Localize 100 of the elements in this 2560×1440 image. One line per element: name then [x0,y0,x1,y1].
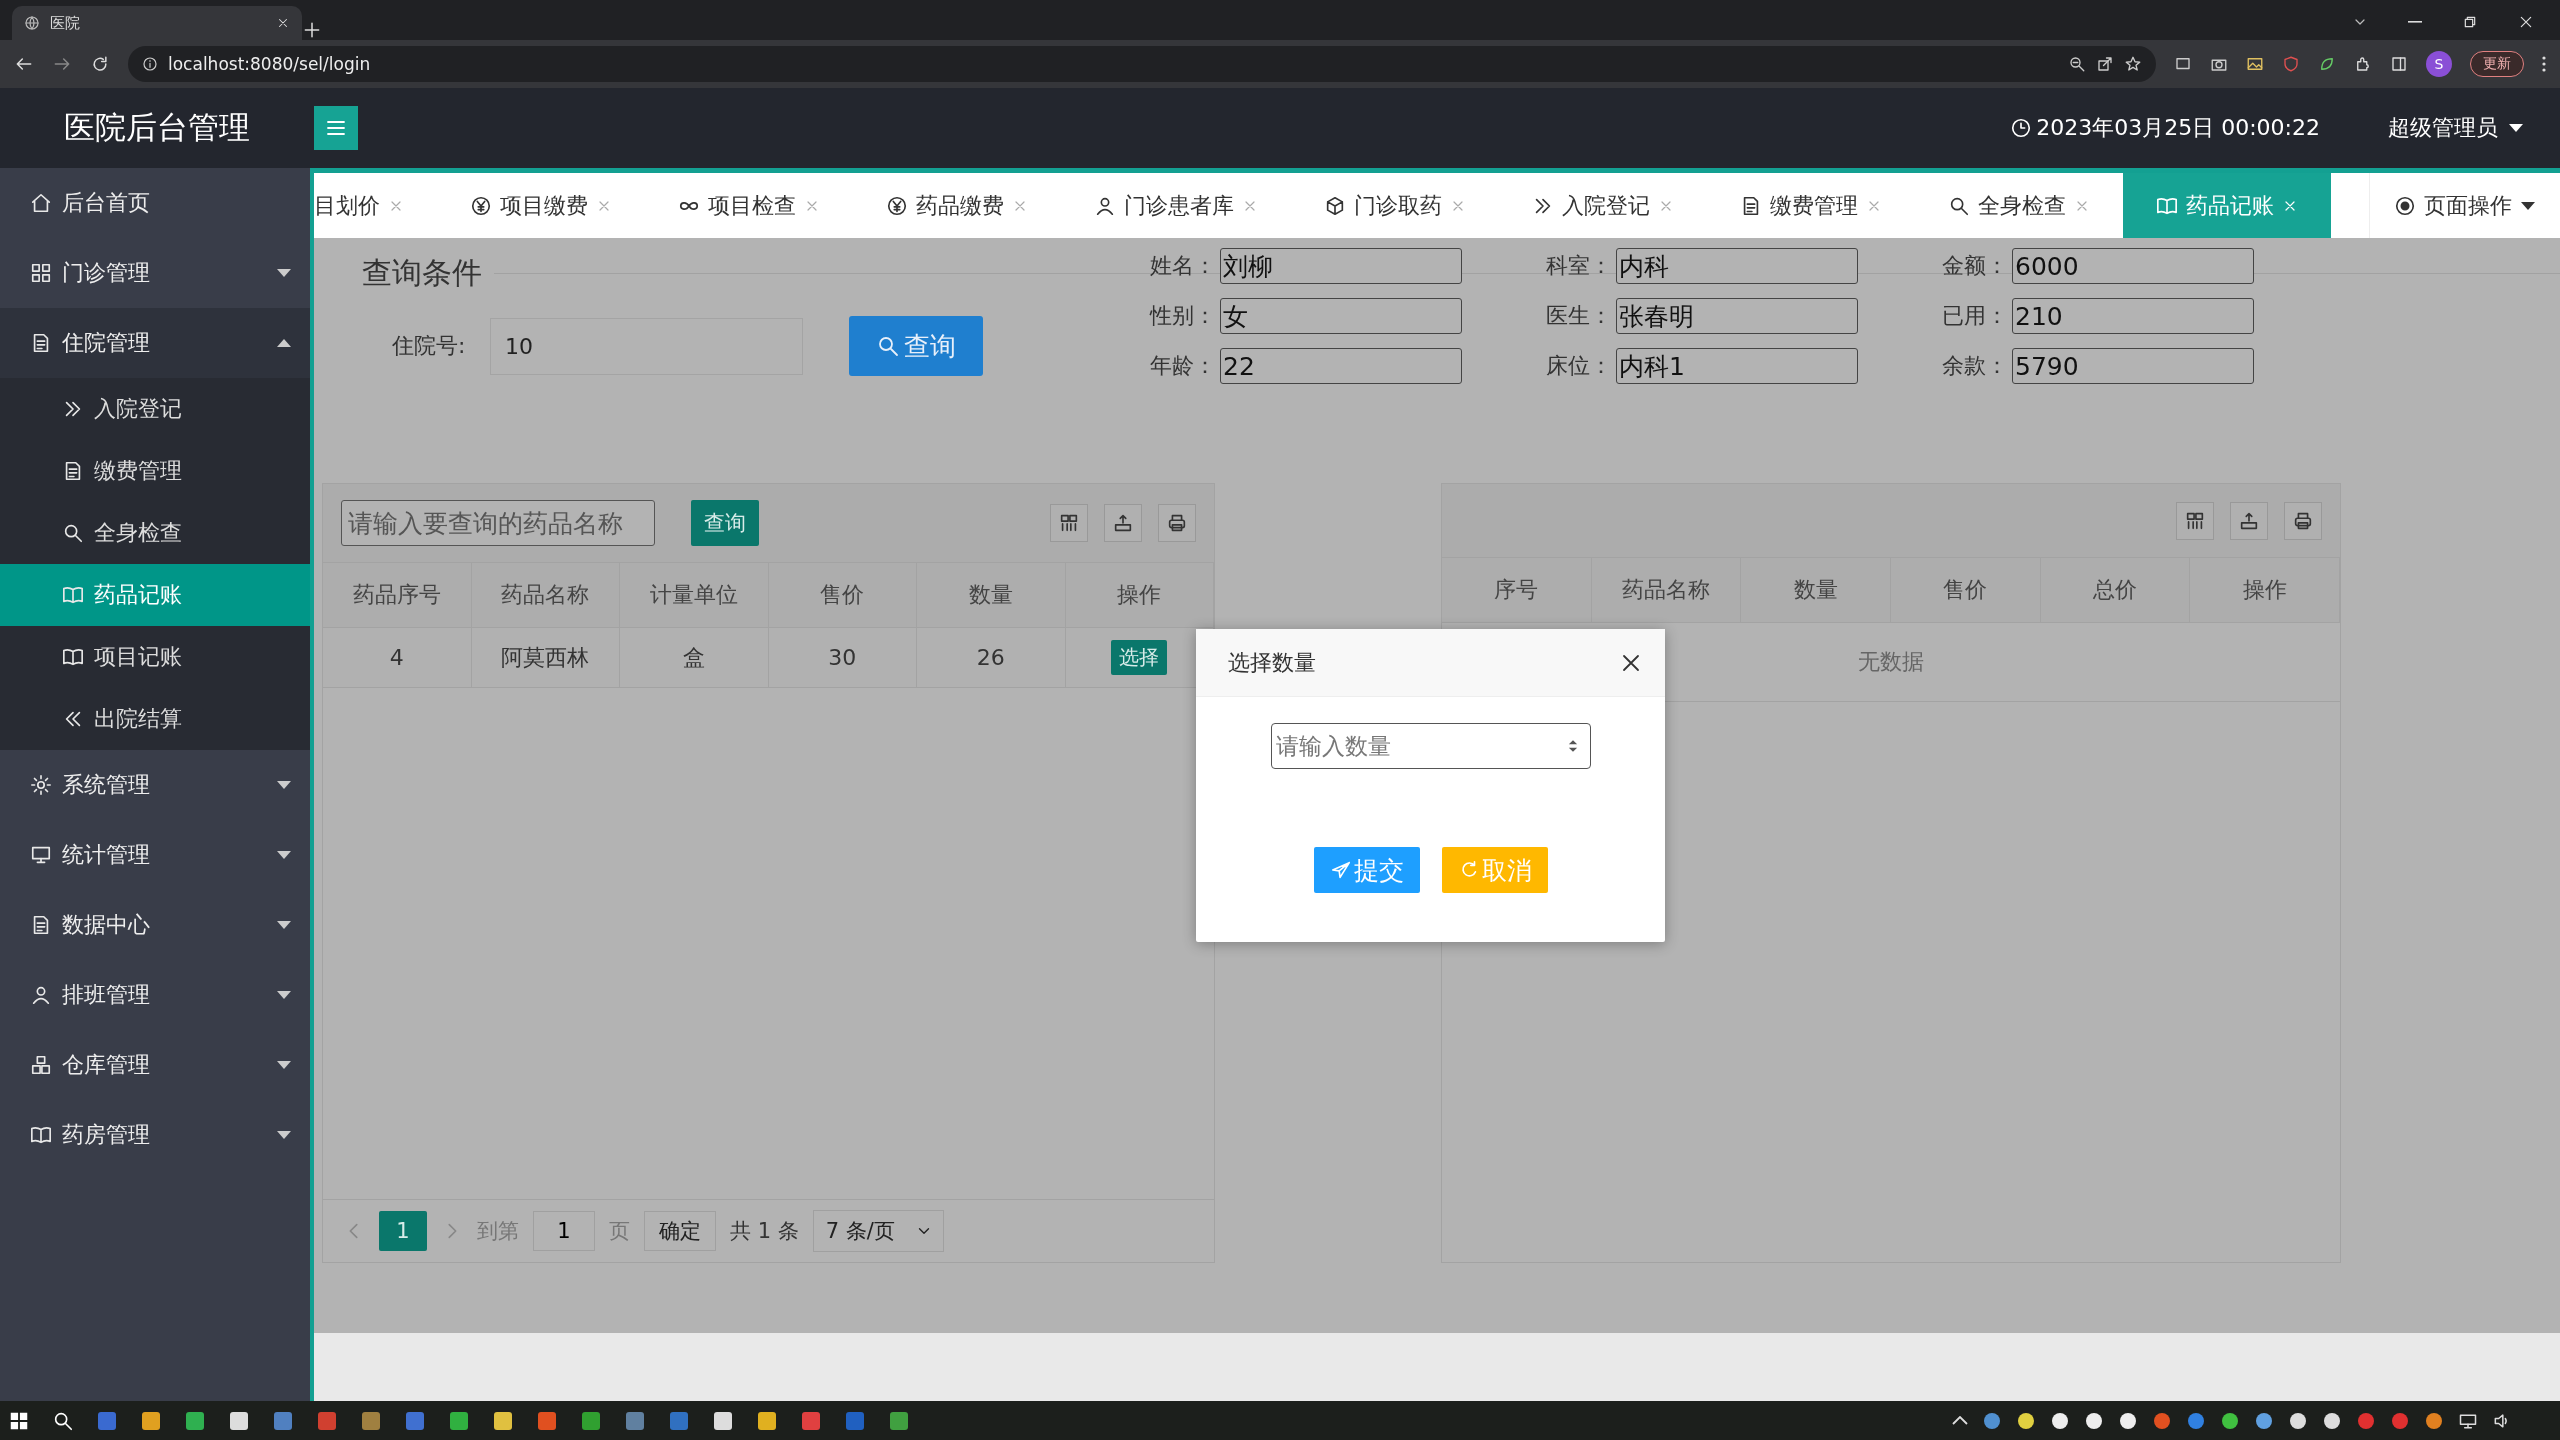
sidebar-item[interactable]: 住院管理 [0,308,310,378]
drug-search-field[interactable]: 请输入要查询的药品名称 [341,500,655,546]
chevron-up-icon[interactable] [1952,1416,1968,1425]
confirm-button[interactable]: 确定 [644,1211,716,1251]
sidebar-item[interactable]: 后台首页 [0,168,310,238]
tray-icon[interactable] [2016,1410,2036,1431]
taskbar-app-icon[interactable] [140,1409,162,1432]
patient-info-field[interactable]: 刘柳 [1220,248,1462,284]
tray-icon[interactable] [2254,1410,2274,1431]
field-label: 金额： [1941,252,2008,280]
print-button[interactable] [1158,504,1196,542]
grid-icon [30,262,52,284]
taskbar-app-icon[interactable] [580,1409,602,1432]
tray-icon[interactable] [2220,1410,2240,1431]
export-button[interactable] [2230,501,2268,540]
patient-info-field[interactable]: 女 [1220,298,1462,334]
taskbar-app-icon[interactable] [448,1409,470,1432]
tray-icon[interactable] [2084,1410,2104,1431]
leaf-icon [2318,55,2336,73]
user-menu[interactable]: 超级管理员 [2388,113,2524,143]
caret-icon [276,780,292,790]
field-label: 已用： [1941,302,2008,330]
patient-info-field[interactable]: 6000 [2012,248,2254,284]
columns-button[interactable] [2176,501,2214,540]
tray-icon[interactable] [2424,1410,2444,1431]
reload-icon [90,54,110,74]
admission-number-field[interactable]: 10 [490,317,803,375]
caret-icon [276,1060,292,1070]
patient-info-field[interactable]: 张春明 [1616,298,1858,334]
shield-icon [2282,55,2300,73]
caret-icon [276,268,292,278]
tray-icon[interactable] [2322,1410,2342,1431]
taskbar-app-icon[interactable] [492,1409,514,1432]
taskbar-app-icon[interactable] [184,1409,206,1432]
more-icon[interactable] [2542,56,2546,72]
column-header: 药品名称 [471,563,620,627]
taskbar-app-icon[interactable] [888,1409,910,1432]
page-tab[interactable]: 目划价 [314,173,437,238]
query-button[interactable]: 查询 [849,316,983,376]
plus-icon [302,20,322,40]
taskbar-app-icon[interactable] [228,1409,250,1432]
select-button[interactable]: 选择 [1111,640,1168,675]
sidebar-subitem[interactable]: 全身检查 [0,502,310,564]
columns-icon [1058,512,1080,534]
tray-icon[interactable] [2288,1410,2308,1431]
field-label: 性别： [1148,302,1216,330]
total-count: 共 1 条 [730,1218,799,1245]
print-button[interactable] [2284,501,2322,540]
table-cell: 26 [917,628,1066,687]
zoom-icon [2068,55,2086,73]
print-icon [1166,512,1188,534]
puzzle-icon [2354,55,2372,73]
sidebar-item[interactable]: 统计管理 [0,820,310,890]
menu-button[interactable] [314,106,358,150]
page-size-select[interactable]: 7 条/页 [812,1210,944,1252]
page-tab[interactable]: 缴费管理 [1707,173,1915,238]
page-tab[interactable]: 药品缴费 [853,173,1061,238]
tray-icon[interactable] [2118,1410,2138,1431]
column-header: 操作 [2190,558,2340,622]
column-header: 计量单位 [620,563,769,627]
profile-avatar[interactable]: S [2426,51,2452,77]
patient-info-field[interactable]: 22 [1220,348,1462,384]
sidebar-subitem[interactable]: 出院结算 [0,688,310,750]
yen-icon [470,194,492,217]
page-tab[interactable]: 全身检查 [1915,173,2123,238]
sidebar-item[interactable]: 排班管理 [0,960,310,1030]
columns-button[interactable] [1050,504,1088,542]
sidebar-item[interactable]: 数据中心 [0,890,310,960]
sidebar-item[interactable]: 仓库管理 [0,1030,310,1100]
sidebar-subitem[interactable]: 药品记账 [0,564,310,626]
sidebar-item[interactable]: 药房管理 [0,1100,310,1170]
sidebar-item[interactable]: 系统管理 [0,750,310,820]
sidebar-subitem[interactable]: 入院登记 [0,378,310,440]
page-tab[interactable]: 入院登记 [1499,173,1707,238]
tray-icon[interactable] [2050,1410,2070,1431]
sidebar-subitem[interactable]: 项目记账 [0,626,310,688]
yen-icon [886,194,908,217]
page-tab[interactable]: 门诊取药 [1291,173,1499,238]
sidebar-subitem[interactable]: 缴费管理 [0,440,310,502]
export-button[interactable] [1104,504,1142,542]
quantity-field[interactable]: 请输入数量 [1270,723,1591,769]
page-number-field[interactable]: 1 [533,1211,595,1251]
patient-info-field[interactable]: 210 [2012,298,2254,334]
taskbar-app-icon[interactable] [756,1409,778,1432]
patient-info-field[interactable]: 内科 [1616,248,1858,284]
taskbar-app-icon[interactable] [712,1409,734,1432]
page-tab[interactable]: 项目检查 [645,173,853,238]
page-tab[interactable]: 项目缴费 [437,173,645,238]
page-button[interactable]: 1 [379,1211,427,1251]
share-icon [2096,55,2114,73]
address-bar[interactable]: localhost:8080/sel/login [128,46,2156,82]
search-icon [876,334,900,358]
sidebar-item[interactable]: 门诊管理 [0,238,310,308]
browser-tab[interactable]: 医院 [12,6,302,40]
search-button[interactable]: 查询 [691,500,759,546]
page-tab[interactable]: 门诊患者库 [1061,173,1291,238]
update-button[interactable]: 更新 [2470,51,2524,77]
patient-info-field[interactable]: 5790 [2012,348,2254,384]
boxes-icon [30,1054,52,1076]
patient-info-field[interactable]: 内科1 [1616,348,1858,384]
